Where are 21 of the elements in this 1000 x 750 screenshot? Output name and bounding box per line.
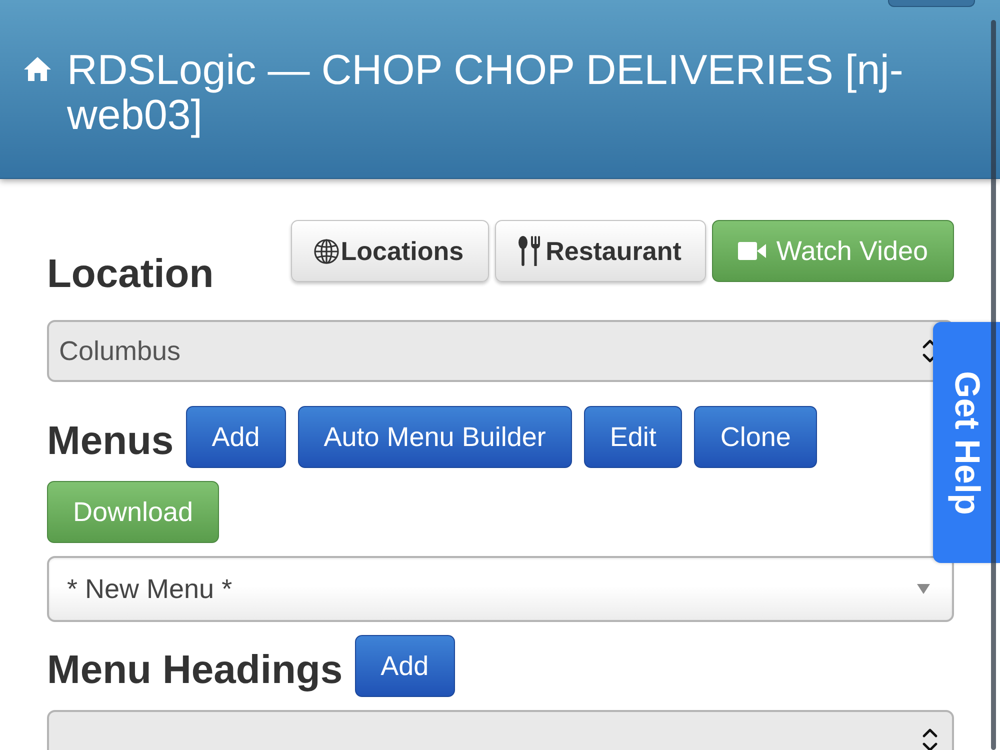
video-camera-icon bbox=[738, 242, 766, 260]
dropdown-triangle-icon bbox=[917, 584, 930, 594]
menu-dropdown[interactable]: * New Menu * bbox=[47, 556, 954, 622]
action-button[interactable]: Edit bbox=[584, 406, 682, 468]
section-heading: Menus bbox=[47, 419, 174, 463]
section-heading: Menu Headings bbox=[47, 648, 343, 692]
scrollbar[interactable] bbox=[991, 20, 996, 750]
toolbar-button[interactable]: Locations bbox=[290, 220, 489, 282]
toolbar-button[interactable]: Restaurant bbox=[494, 220, 706, 282]
up-down-chevron-icon bbox=[922, 728, 938, 750]
action-button[interactable]: Clone bbox=[694, 406, 817, 468]
action-button[interactable]: Add bbox=[186, 406, 286, 468]
section-heading: Location bbox=[47, 252, 214, 296]
action-button[interactable]: Add bbox=[354, 635, 455, 697]
globe-icon bbox=[314, 238, 339, 264]
get-help-tab[interactable]: Get Help bbox=[933, 322, 1000, 563]
header-button[interactable] bbox=[888, 0, 975, 7]
action-button[interactable]: Auto Menu Builder bbox=[298, 406, 572, 468]
menu-heading-dropdown[interactable] bbox=[47, 710, 954, 750]
page-title: RDSLogic — CHOP CHOP DELIVERIES [nj-web03] bbox=[67, 47, 904, 137]
home-icon[interactable] bbox=[24, 57, 51, 81]
